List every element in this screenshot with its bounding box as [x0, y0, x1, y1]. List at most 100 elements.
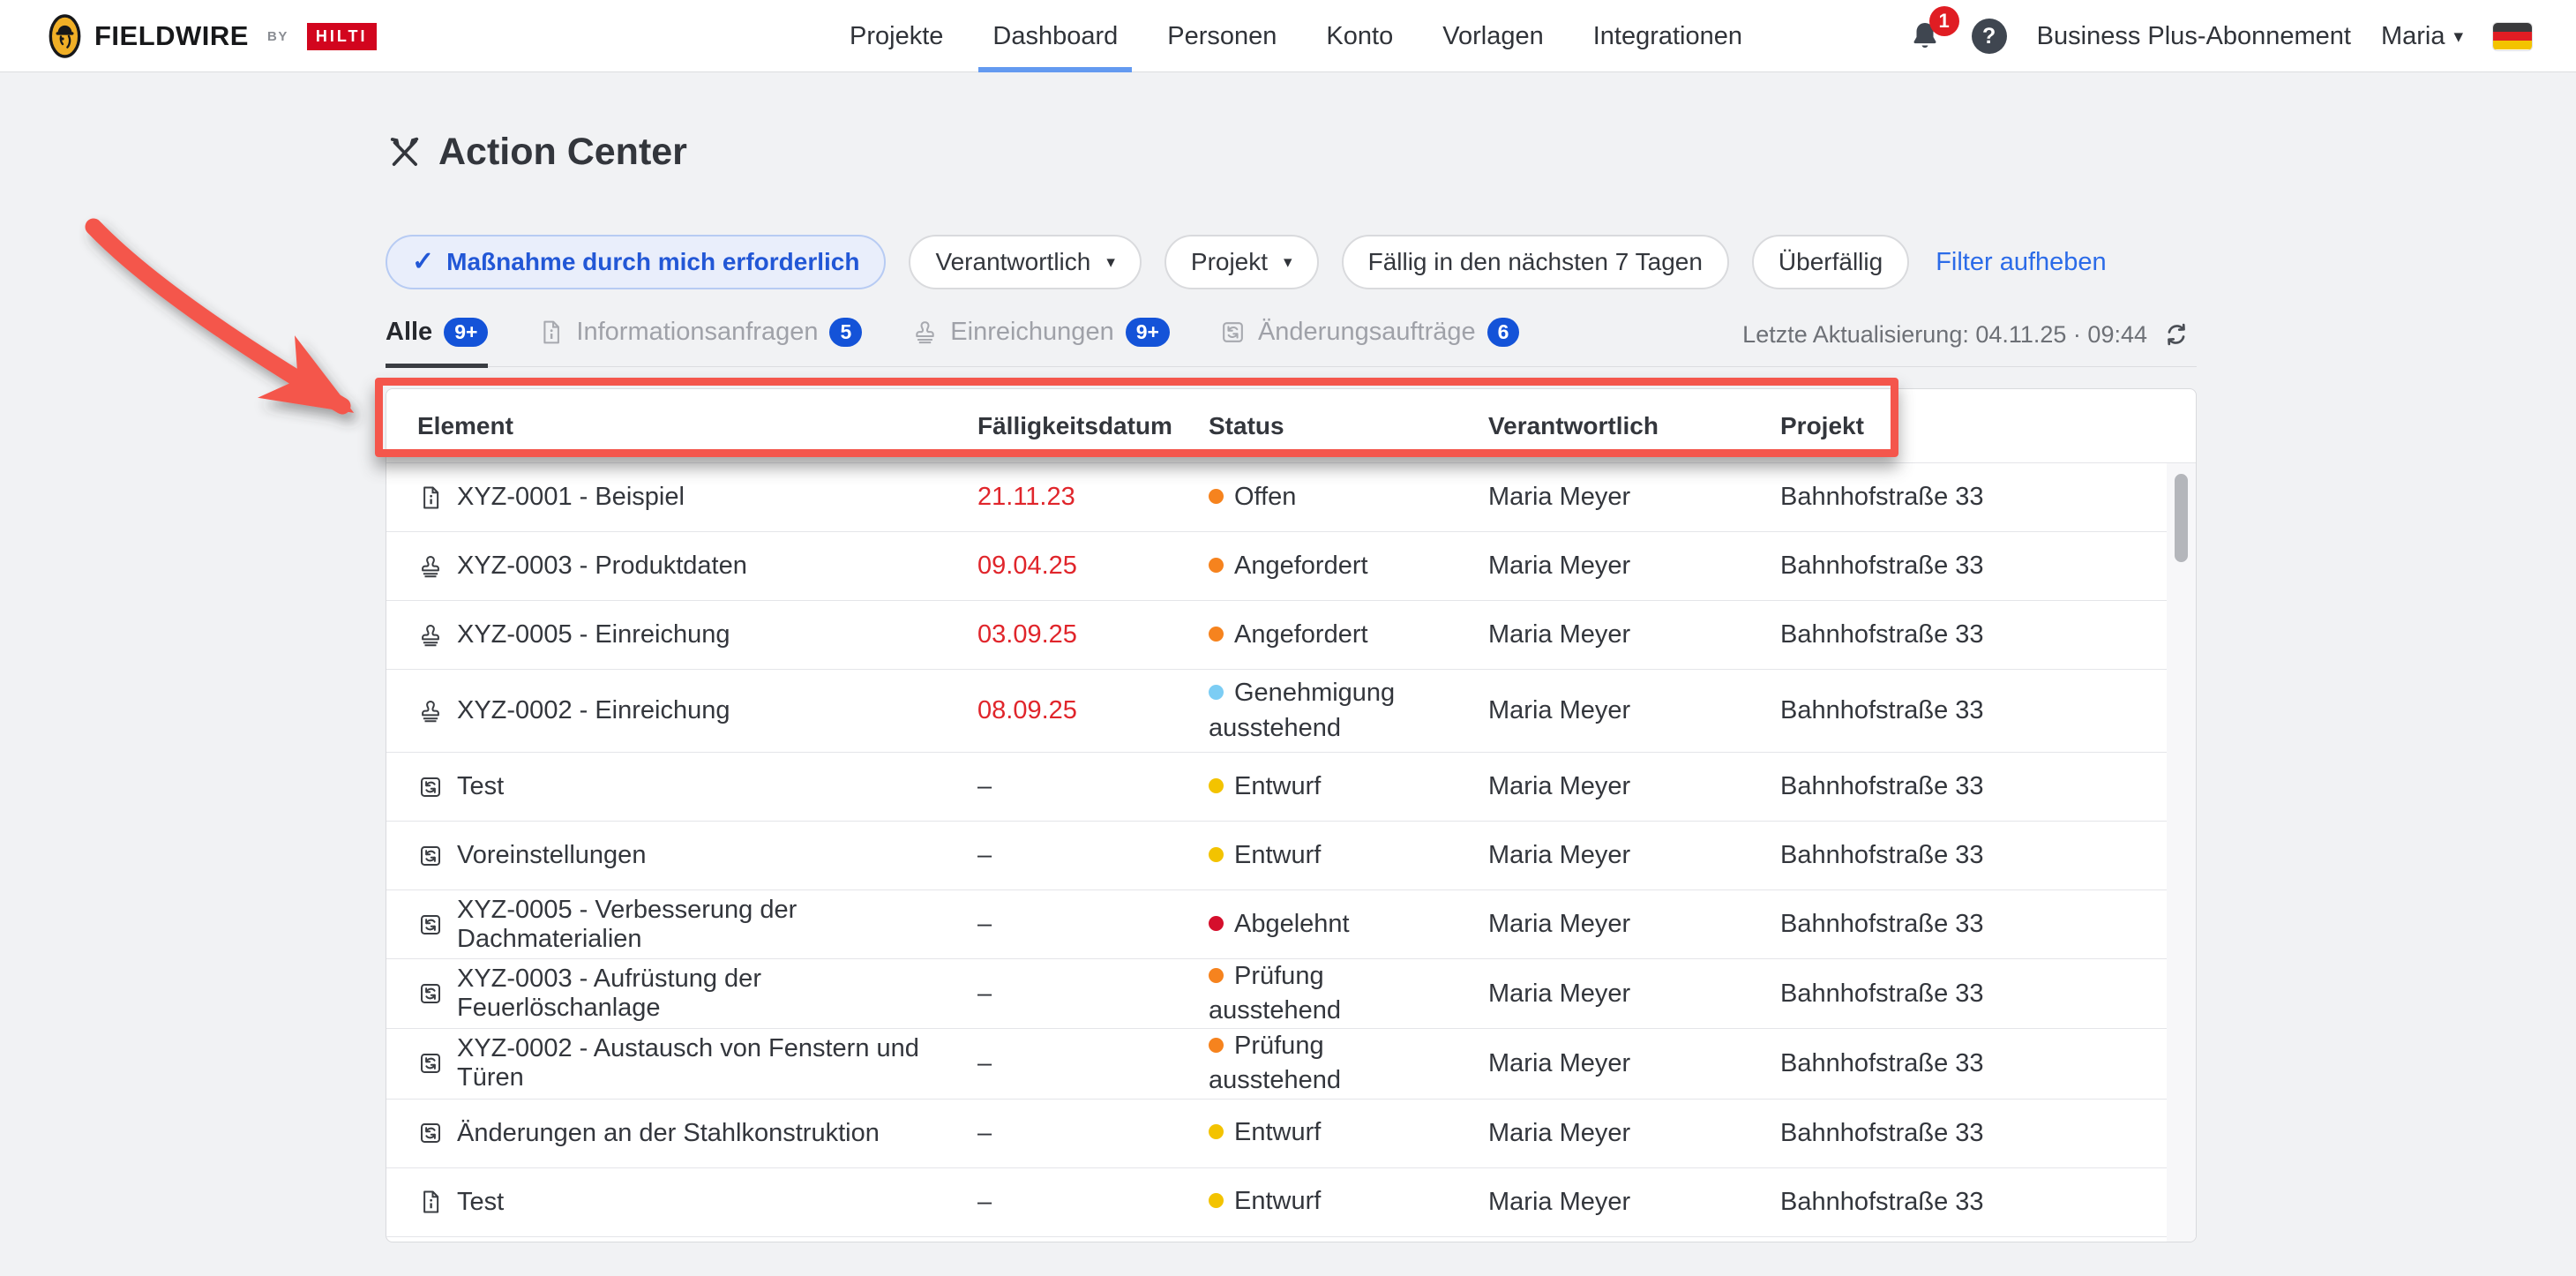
project-cell: Bahnhofstraße 33 [1780, 1119, 2167, 1148]
stamp-icon [911, 319, 939, 346]
scrollbar-thumb[interactable] [2175, 474, 2188, 562]
table-row[interactable]: XYZ-0003 - Produktdaten 09.04.25 Angefor… [386, 532, 2167, 601]
due-date: – [977, 980, 1209, 1009]
tab-alle[interactable]: Alle 9+ [386, 311, 488, 366]
filter-chip-due-next-7-days[interactable]: Fällig in den nächsten 7 Tagen [1342, 235, 1729, 289]
table-row[interactable]: Test – Entwurf Maria Meyer Bahnhofstraße… [386, 753, 2167, 822]
table-row[interactable]: XYZ-0001 - Beispiel 21.11.23 Offen Maria… [386, 463, 2167, 532]
table-row[interactable]: Test – Entwurf Maria Meyer Bahnhofstraße… [386, 1168, 2167, 1237]
element-type-icon [417, 843, 444, 869]
filter-chip-label: Fällig in den nächsten 7 Tagen [1368, 248, 1703, 276]
tab-count-badge: 9+ [444, 318, 488, 347]
element-type-icon [417, 1050, 444, 1077]
user-menu[interactable]: Maria ▾ [2381, 22, 2463, 51]
brand-name: FIELDWIRE [94, 20, 249, 52]
filter-chip-label: Verantwortlich [935, 248, 1090, 276]
tab-count-badge: 6 [1487, 318, 1520, 347]
due-date: – [977, 910, 1209, 939]
status-dot-icon [1209, 627, 1224, 642]
status-dot-icon [1209, 558, 1224, 573]
element-type-icon [417, 912, 444, 938]
table-row[interactable]: XYZ-0003 - Aufrüstung der Feuerlöschanla… [386, 959, 2167, 1029]
responsible-cell: Maria Meyer [1488, 980, 1780, 1009]
table-row[interactable]: XYZ-0002 - Austausch von Fenstern und Tü… [386, 1029, 2167, 1099]
nav-item-vorlagen[interactable]: Vorlagen [1442, 0, 1544, 72]
column-header-element[interactable]: Element [417, 412, 977, 440]
element-type-icon [417, 774, 444, 800]
chevron-down-icon: ▾ [1106, 252, 1115, 273]
table-row[interactable]: Änderungen an der Stahlkonstruktion – En… [386, 1100, 2167, 1168]
due-date: – [977, 841, 1209, 870]
tab-einreichungen[interactable]: Einreichungen 9+ [911, 311, 1170, 366]
element-cell: XYZ-0003 - Aufrüstung der Feuerlöschanla… [417, 965, 977, 1023]
project-cell: Bahnhofstraße 33 [1780, 552, 2167, 581]
element-type-icon [417, 698, 444, 724]
element-type-icon [417, 1189, 444, 1215]
status-label: Prüfung ausstehend [1209, 962, 1341, 1025]
status-dot-icon [1209, 1193, 1224, 1208]
filter-chip-overdue[interactable]: Überfällig [1752, 235, 1909, 289]
language-flag-german[interactable] [2493, 23, 2532, 50]
element-type-icon [417, 484, 444, 511]
status-label: Angefordert [1234, 552, 1368, 580]
status-label: Entwurf [1234, 772, 1321, 800]
refresh-icon[interactable] [2161, 319, 2191, 349]
notifications-button[interactable]: 1 [1908, 19, 1942, 54]
nav-item-integrationen[interactable]: Integrationen [1593, 0, 1742, 72]
due-date: – [977, 1188, 1209, 1217]
element-cell: XYZ-0003 - Produktdaten [417, 552, 977, 581]
fieldwire-logo[interactable]: FIELDWIRE BY HILTI [49, 0, 377, 72]
clear-filters-link[interactable]: Filter aufheben [1936, 248, 2106, 277]
nav-item-konto[interactable]: Konto [1326, 0, 1393, 72]
element-name: Voreinstellungen [457, 841, 646, 870]
user-name: Maria [2381, 22, 2445, 51]
filter-chip-action-required[interactable]: ✓ Maßnahme durch mich erforderlich [386, 235, 886, 289]
table-body: XYZ-0001 - Beispiel 21.11.23 Offen Maria… [386, 463, 2167, 1242]
due-date: – [977, 1049, 1209, 1078]
nav-item-projekte[interactable]: Projekte [850, 0, 943, 72]
filter-dropdown-projekt[interactable]: Projekt ▾ [1164, 235, 1319, 289]
status-label: Prüfung ausstehend [1209, 1032, 1341, 1094]
responsible-cell: Maria Meyer [1488, 696, 1780, 725]
status-label: Entwurf [1234, 1118, 1321, 1146]
crossed-tools-icon [386, 134, 423, 171]
status-cell: Genehmigung ausstehend [1209, 676, 1488, 745]
element-type-icon [417, 553, 444, 580]
table-row[interactable]: Voreinstellungen – Entwurf Maria Meyer B… [386, 822, 2167, 890]
table-row[interactable]: XYZ-0005 - Einreichung 03.09.25 Angeford… [386, 601, 2167, 670]
responsible-cell: Maria Meyer [1488, 841, 1780, 870]
table-row[interactable]: XYZ-0002 - Einreichung 08.09.25 Genehmig… [386, 670, 2167, 753]
status-cell: Prüfung ausstehend [1209, 1029, 1488, 1098]
responsible-cell: Maria Meyer [1488, 910, 1780, 939]
check-icon: ✓ [412, 249, 434, 275]
due-date: 21.11.23 [977, 483, 1209, 512]
nav-item-personen[interactable]: Personen [1167, 0, 1277, 72]
tabs-bar: Alle 9+ Informationsanfragen 5 Einreichu… [386, 311, 2197, 367]
column-header-verantwortlich[interactable]: Verantwortlich [1488, 412, 1780, 440]
responsible-cell: Maria Meyer [1488, 772, 1780, 801]
column-header-status[interactable]: Status [1209, 412, 1488, 440]
table-scrollbar[interactable] [2167, 463, 2196, 1242]
project-cell: Bahnhofstraße 33 [1780, 772, 2167, 801]
filter-dropdown-verantwortlich[interactable]: Verantwortlich ▾ [909, 235, 1141, 289]
project-cell: Bahnhofstraße 33 [1780, 620, 2167, 649]
fieldwire-worker-icon [49, 14, 81, 58]
help-button[interactable]: ? [1972, 19, 2007, 54]
status-dot-icon [1209, 489, 1224, 504]
table-row[interactable]: XYZ-0005 - Verbesserung der Dachmaterial… [386, 890, 2167, 959]
responsible-cell: Maria Meyer [1488, 552, 1780, 581]
nav-item-dashboard[interactable]: Dashboard [992, 0, 1118, 72]
column-header-projekt[interactable]: Projekt [1780, 412, 2196, 440]
tab-informationsanfragen[interactable]: Informationsanfragen 5 [537, 311, 862, 366]
element-cell: Test [417, 1188, 977, 1217]
due-date: 08.09.25 [977, 696, 1209, 725]
tab-aenderungsauftraege[interactable]: Änderungsaufträge 6 [1219, 311, 1519, 366]
responsible-cell: Maria Meyer [1488, 620, 1780, 649]
element-name: Test [457, 1188, 504, 1217]
column-header-faelligkeitsdatum[interactable]: Fälligkeitsdatum [977, 412, 1209, 440]
page-header: Action Center [386, 131, 687, 174]
status-label: Offen [1234, 483, 1296, 511]
rfi-document-icon [537, 319, 565, 346]
responsible-cell: Maria Meyer [1488, 483, 1780, 512]
status-cell: Entwurf [1209, 1115, 1488, 1150]
